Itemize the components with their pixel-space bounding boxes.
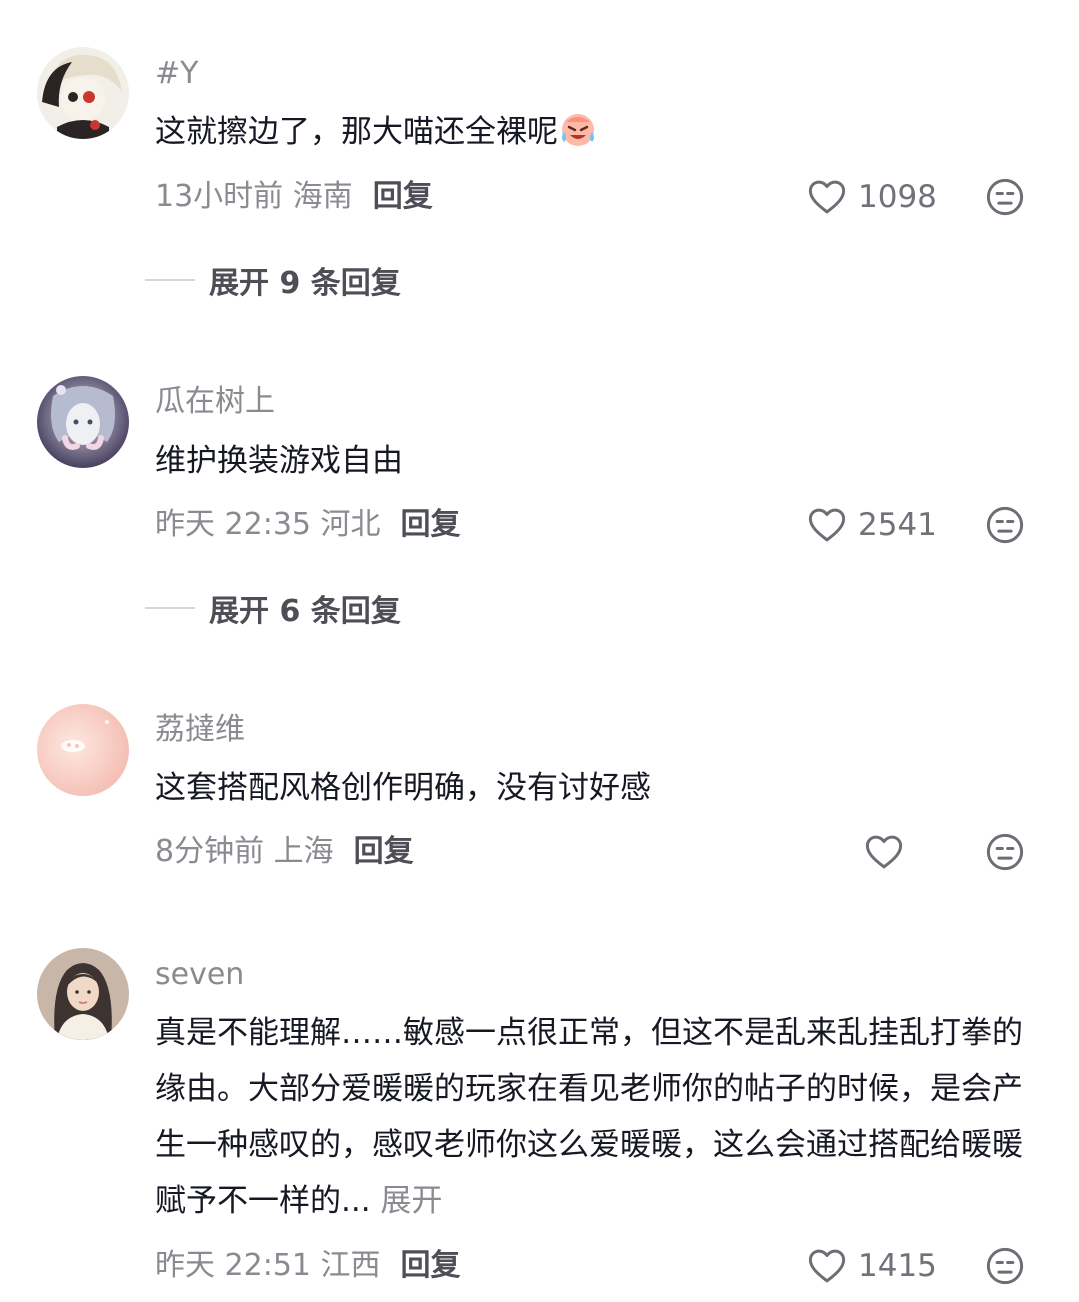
comment-text-content: 这套搭配风格创作明确，没有讨好感 xyxy=(155,770,651,806)
expand-replies-button[interactable]: 展开 6 条回复 xyxy=(145,588,401,629)
divider-line xyxy=(145,607,195,609)
comment-username[interactable]: 瓜在树上 xyxy=(155,384,275,420)
reply-button[interactable]: 回复 xyxy=(373,179,433,214)
comment-time-location: 昨天 22:35 河北 xyxy=(155,507,381,542)
heart-outline-icon xyxy=(808,180,846,214)
comment-meta: 昨天 22:51 江西 回复 xyxy=(155,1246,461,1286)
emoji-reply-button[interactable] xyxy=(984,1245,1026,1287)
expand-replies-label: 展开 6 条回复 xyxy=(209,594,401,629)
heart-outline-icon xyxy=(808,508,846,542)
comment-meta: 13小时前 海南 回复 xyxy=(155,177,433,217)
heart-outline-icon xyxy=(808,1249,846,1283)
comment-time-location: 13小时前 海南 xyxy=(155,179,353,214)
avatar[interactable] xyxy=(37,47,129,139)
reply-button[interactable]: 回复 xyxy=(401,507,461,542)
like-button[interactable]: 2541 xyxy=(806,501,937,549)
neutral-face-icon xyxy=(986,1247,1024,1285)
crying-laughing-emoji-icon xyxy=(562,114,594,146)
expand-text-button[interactable]: 展开 xyxy=(380,1183,442,1219)
reply-button[interactable]: 回复 xyxy=(401,1248,461,1283)
comment-text: 这套搭配风格创作明确，没有讨好感 xyxy=(155,760,1035,816)
heart-outline-icon xyxy=(865,835,903,869)
comment-time-location: 昨天 22:51 江西 xyxy=(155,1248,381,1283)
comment-text: 真是不能理解……敏感一点很正常，但这不是乱来乱挂乱打拳的缘由。大部分爱暖暖的玩家… xyxy=(155,1005,1035,1229)
emoji-reply-button[interactable] xyxy=(984,176,1026,218)
comment-username[interactable]: #Y xyxy=(155,56,198,92)
expand-replies-label: 展开 9 条回复 xyxy=(209,266,401,301)
avatar[interactable] xyxy=(37,376,129,468)
comment-username[interactable]: 荔撻维 xyxy=(155,712,245,748)
like-count: 1415 xyxy=(858,1248,937,1284)
like-count: 2541 xyxy=(858,507,937,543)
emoji-reply-button[interactable] xyxy=(984,831,1026,873)
like-button[interactable] xyxy=(863,828,905,876)
comment-text-content: 真是不能理解……敏感一点很正常，但这不是乱来乱挂乱打拳的缘由。大部分爱暖暖的玩家… xyxy=(155,1015,1023,1219)
like-button[interactable]: 1098 xyxy=(806,173,937,221)
divider-line xyxy=(145,279,195,281)
comment-username[interactable]: seven xyxy=(155,957,244,993)
reply-button[interactable]: 回复 xyxy=(354,834,414,869)
avatar[interactable] xyxy=(37,948,129,1040)
avatar[interactable] xyxy=(37,704,129,796)
neutral-face-icon xyxy=(986,506,1024,544)
comment-meta: 8分钟前 上海 回复 xyxy=(155,832,414,872)
comment-text: 这就擦边了，那大喵还全裸呢 xyxy=(155,104,1035,160)
like-button[interactable]: 1415 xyxy=(806,1242,937,1290)
like-count: 1098 xyxy=(858,179,937,215)
comment-text: 维护换装游戏自由 xyxy=(155,433,1035,489)
neutral-face-icon xyxy=(986,178,1024,216)
comment-text-content: 这就擦边了，那大喵还全裸呢 xyxy=(155,114,558,150)
comment-text-content: 维护换装游戏自由 xyxy=(155,443,403,479)
emoji-reply-button[interactable] xyxy=(984,504,1026,546)
expand-replies-button[interactable]: 展开 9 条回复 xyxy=(145,260,401,301)
comment-meta: 昨天 22:35 河北 回复 xyxy=(155,505,461,545)
neutral-face-icon xyxy=(986,833,1024,871)
comment-time-location: 8分钟前 上海 xyxy=(155,834,334,869)
